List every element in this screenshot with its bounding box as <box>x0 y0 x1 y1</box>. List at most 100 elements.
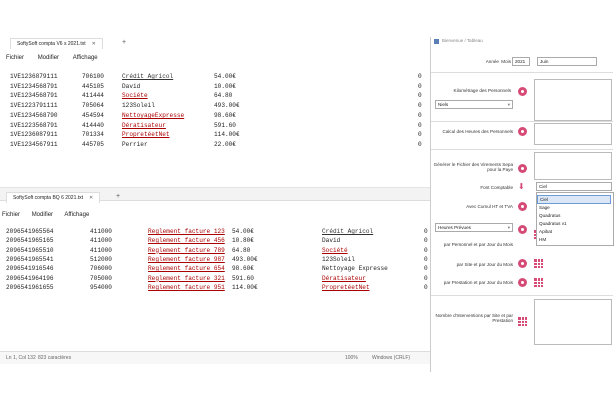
per-presta-label: par Prestation et par Jour du Mois <box>443 280 513 285</box>
app-icon <box>434 39 439 44</box>
line-code: 454594 <box>82 111 104 119</box>
divider <box>431 72 613 73</box>
font-option-ciel[interactable]: Ciel <box>537 195 611 204</box>
line-lib: Reglement facture 951 <box>148 283 225 291</box>
line-code: 411000 <box>90 246 112 254</box>
interventions-table-icon[interactable] <box>518 317 527 326</box>
text-area[interactable]: 2096541965564 411000 Reglement facture 123… <box>0 228 430 348</box>
per-person-run-icon[interactable] <box>518 225 527 234</box>
line-lib: Reglement facture 654 <box>148 265 225 273</box>
line-name: Sociéte <box>122 92 148 100</box>
line-zero: 0 <box>424 237 428 245</box>
line-zero: 0 <box>424 246 428 254</box>
per-presta-run-icon[interactable] <box>518 278 527 287</box>
new-tab-icon[interactable]: + <box>122 39 126 46</box>
divider <box>431 121 613 122</box>
line-code: 445705 <box>82 140 104 148</box>
per-site-label: par Site et par Jour du Mois <box>456 262 513 267</box>
line-name: Perrier <box>122 140 148 148</box>
line-amount: 64.80 <box>232 246 251 254</box>
line-zero: 0 <box>418 131 422 139</box>
line-code: 411000 <box>90 228 112 235</box>
new-tab-icon[interactable]: + <box>116 193 120 200</box>
year-input[interactable]: 2021 <box>512 57 530 66</box>
font-select[interactable]: Ciel <box>536 182 612 191</box>
title-bar: SoftySoft compta BQ 6 2021.txt ✕ + <box>0 188 430 203</box>
menu-fichier[interactable]: Fichier <box>2 212 20 218</box>
hours-label: Calcul des Heures des Personnels <box>442 129 513 134</box>
hours-run-icon[interactable] <box>518 127 527 136</box>
line-name: Crédit Agricol <box>322 228 374 235</box>
status-bar: Ln 1, Col 132 823 caractères 100% Window… <box>0 351 430 364</box>
menu-affichage[interactable]: Affichage <box>64 212 89 218</box>
line-account: 1VE1234568790 <box>10 111 58 119</box>
line-amount: 591.60 <box>214 121 236 129</box>
cursor-position: Ln 1, Col 132 <box>6 355 36 361</box>
line-id: 2096541965564 <box>6 228 54 235</box>
line-zero: 0 <box>418 92 422 100</box>
font-option-sage[interactable]: Sage <box>537 204 611 211</box>
line-code: 512000 <box>90 255 112 263</box>
per-site-run-icon[interactable] <box>518 259 527 268</box>
per-site-table-icon[interactable] <box>534 259 543 268</box>
line-zero: 0 <box>424 265 428 273</box>
close-tab-icon[interactable]: ✕ <box>92 41 96 47</box>
line-name: Dératisateur <box>322 274 366 282</box>
line-zero: 0 <box>418 82 422 90</box>
line-code: 411000 <box>90 237 112 245</box>
line-account: 1VE1234567911 <box>10 140 58 148</box>
font-option-quadratus[interactable]: Quadratus <box>537 212 611 219</box>
line-amount: 114.00€ <box>214 131 240 139</box>
title-bar: SoftySoft compta V6 s 2021.txt ✕ + <box>4 37 430 49</box>
line-zero: 0 <box>418 73 422 80</box>
line-id: 2096541964196 <box>6 274 54 282</box>
menu-modifier[interactable]: Modifier <box>32 212 53 218</box>
person-select[interactable]: Niels ▾ <box>435 100 513 109</box>
menu-bar: Fichier Modifier Affichage <box>6 53 432 63</box>
virement-run-icon[interactable] <box>518 164 527 173</box>
line-zero: 0 <box>424 274 428 282</box>
line-code: 701334 <box>82 131 104 139</box>
line-code: 411444 <box>82 92 104 100</box>
font-option-quadratus-v1[interactable]: Quadratus v1 <box>537 220 611 227</box>
notepad-window-compta: SoftySoft compta V6 s 2021.txt ✕ + Fichie… <box>4 37 430 187</box>
chevron-down-icon: ▾ <box>507 225 510 230</box>
line-code: 705000 <box>90 274 112 282</box>
close-tab-icon[interactable]: ✕ <box>89 195 93 201</box>
interventions-label: Nombre d'Interventions par Site et par P… <box>435 313 513 324</box>
ht-label: Avec Cumul HT et TVA <box>466 204 513 209</box>
line-account: 1VE1223791111 <box>10 102 58 110</box>
line-account: 1VE1236087911 <box>10 131 58 139</box>
screenshot-border-top <box>0 0 616 37</box>
menu-modifier[interactable]: Modifier <box>38 55 59 61</box>
font-option-apibat[interactable]: Apibat <box>537 228 611 235</box>
line-name: NettoyageExpresse <box>122 111 185 119</box>
line-amount: 591.60 <box>232 274 254 282</box>
km-label: Kilométrage des Personnels <box>453 88 511 93</box>
panel-header: Bienvenue / Tableau <box>431 37 613 47</box>
line-zero: 0 <box>424 255 428 263</box>
virement-result-box <box>534 152 612 180</box>
screenshot-border-bottom <box>0 372 616 408</box>
text-area[interactable]: 1VE1236879111 706100 Crédit Agricol 54.00€ 0… <box>4 73 430 185</box>
menu-fichier[interactable]: Fichier <box>6 55 24 61</box>
line-account: 1VE1234568791 <box>10 82 58 90</box>
month-select[interactable]: Juin <box>537 57 597 66</box>
ht-run-icon[interactable] <box>518 202 527 211</box>
download-icon[interactable]: ⬇ <box>518 182 525 191</box>
line-account: 1VE1223568791 <box>10 121 58 129</box>
month-label: Mois <box>501 59 511 64</box>
line-ending: Windows (CRLF) <box>372 355 411 361</box>
line-amount: 10.80€ <box>232 237 254 245</box>
font-option-hm[interactable]: HM <box>537 236 611 243</box>
line-code: 706100 <box>82 73 104 80</box>
tab-banque-file[interactable]: SoftySoft compta BQ 6 2021.txt ✕ <box>6 192 101 203</box>
line-amount: 54.00€ <box>232 228 254 235</box>
menu-affichage[interactable]: Affichage <box>73 55 98 61</box>
per-presta-table-icon[interactable] <box>534 278 543 287</box>
hours-type-select[interactable]: Heures Prévues ▾ <box>435 223 513 232</box>
km-run-icon[interactable] <box>518 87 527 96</box>
line-lib: Reglement facture 987 <box>148 255 225 263</box>
tab-compta-file[interactable]: SoftySoft compta V6 s 2021.txt ✕ <box>10 38 103 49</box>
line-amount: 98.60€ <box>232 265 254 273</box>
